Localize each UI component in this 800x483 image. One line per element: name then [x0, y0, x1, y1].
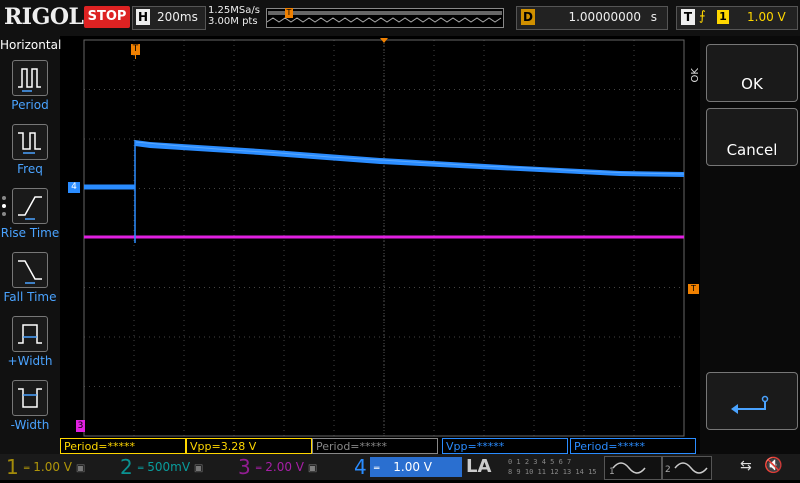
timebase-indicator[interactable]: H 200ms: [132, 6, 206, 30]
measurement-vpp-ch1[interactable]: Vpp=3.28 V: [186, 438, 312, 454]
negative-width-icon: [12, 380, 48, 416]
measurement-period-ch1[interactable]: Period=*****: [60, 438, 186, 454]
ch2-scale-value: 500mV: [147, 460, 191, 474]
menu-item-rise-time[interactable]: Rise Time: [0, 188, 60, 248]
generator-1-label: 1: [609, 467, 615, 477]
cancel-button[interactable]: Cancel: [706, 108, 798, 166]
menu-item-label: Fall Time: [3, 290, 57, 304]
waveform-display[interactable]: [60, 36, 700, 438]
menu-title: Horizontal: [0, 38, 62, 52]
memory-buffer-bar[interactable]: T: [266, 8, 504, 28]
sample-rate: 1.25MSa/s: [208, 5, 260, 16]
logic-analyzer-button[interactable]: LA: [466, 457, 500, 477]
ok-label: OK: [741, 75, 763, 93]
delay-indicator[interactable]: D 1.00000000 s: [516, 6, 668, 30]
speaker-muted-icon[interactable]: 🔇: [764, 456, 783, 474]
trigger-position-marker[interactable]: T: [131, 44, 140, 55]
run-stop-status[interactable]: STOP: [84, 6, 130, 28]
ch2-scale[interactable]: ═ 500mV ▣: [138, 457, 228, 477]
menu-item-label: Rise Time: [0, 226, 60, 240]
buffer-waveform: [267, 11, 502, 23]
brand-logo: RIGOL: [4, 4, 84, 30]
ch3-scale[interactable]: ═ 2.00 V ▣: [256, 457, 346, 477]
usb-icon: ⇆: [740, 458, 752, 474]
ch3-offset-marker[interactable]: 3: [76, 420, 85, 432]
menu-item-label: Period: [11, 98, 49, 112]
menu-item-freq[interactable]: Freq: [0, 124, 60, 184]
delay-key: D: [521, 9, 535, 25]
logic-channels-row1: 0 1 2 3 4 5 6 7: [508, 458, 572, 466]
logic-channels-grid: 0 1 2 3 4 5 6 7 8 9 10 11 12 13 14 15: [508, 457, 600, 478]
menu-item-positive-width[interactable]: +Width: [0, 316, 60, 376]
rise-time-icon: [12, 188, 48, 224]
ch3-number[interactable]: 3: [238, 456, 251, 478]
enter-icon: [731, 395, 769, 414]
rising-edge-icon: ⨍: [699, 9, 706, 24]
ch4-scale[interactable]: ═ 1.00 V: [370, 457, 462, 477]
delay-unit: s: [650, 10, 657, 24]
timebase-value: 200ms: [157, 10, 198, 24]
measurement-vpp-ch4[interactable]: Vpp=*****: [442, 438, 568, 454]
ch1-number[interactable]: 1: [6, 456, 19, 478]
logic-channels-row2: 8 9 10 11 12 13 14 15: [508, 468, 597, 476]
acquisition-info: 1.25MSa/s 3.00M pts: [208, 5, 260, 27]
trigger-level: 1.00 V: [747, 10, 786, 24]
menu-item-label: -Width: [10, 418, 50, 432]
ch4-number[interactable]: 4: [354, 456, 367, 478]
period-icon: [12, 60, 48, 96]
trigger-indicator[interactable]: T ⨍ 1 1.00 V: [676, 6, 798, 30]
delay-value: 1.00000000: [568, 10, 641, 24]
memory-depth: 3.00M pts: [208, 16, 258, 27]
menu-item-negative-width[interactable]: -Width: [0, 380, 60, 440]
trigger-source: 1: [717, 10, 729, 24]
positive-width-icon: [12, 316, 48, 352]
generator-2-button[interactable]: 2: [662, 456, 712, 480]
menu-item-label: +Width: [7, 354, 53, 368]
buffer-trigger-marker: T: [285, 8, 293, 18]
ok-button[interactable]: OK: [706, 44, 798, 102]
trigger-position-tick: [135, 55, 136, 59]
menu-item-fall-time[interactable]: Fall Time: [0, 252, 60, 312]
frequency-icon: [12, 124, 48, 160]
cancel-label: Cancel: [726, 141, 778, 159]
measurement-period-ch4[interactable]: Period=*****: [570, 438, 696, 454]
generator-2-label: 2: [665, 465, 671, 475]
ch3-scale-value: 2.00 V: [265, 460, 304, 474]
fall-time-icon: [12, 252, 48, 288]
timebase-key: H: [136, 9, 150, 25]
ok-side-label: OK: [690, 68, 701, 83]
trigger-key: T: [681, 9, 695, 25]
ch1-scale[interactable]: ═ 1.00 V ▣: [24, 457, 104, 477]
enter-button[interactable]: [706, 372, 798, 430]
measurement-period-ch2[interactable]: Period=*****: [312, 438, 438, 454]
ch4-scale-value: 1.00 V: [393, 460, 432, 474]
ch2-number[interactable]: 2: [120, 456, 133, 478]
generator-1-button[interactable]: 1: [604, 456, 662, 480]
menu-item-label: Freq: [17, 162, 43, 176]
ch1-scale-value: 1.00 V: [33, 460, 72, 474]
menu-item-period[interactable]: Period: [0, 60, 60, 120]
ch4-offset-marker[interactable]: 4: [68, 182, 80, 193]
trigger-level-marker[interactable]: T: [688, 284, 699, 294]
